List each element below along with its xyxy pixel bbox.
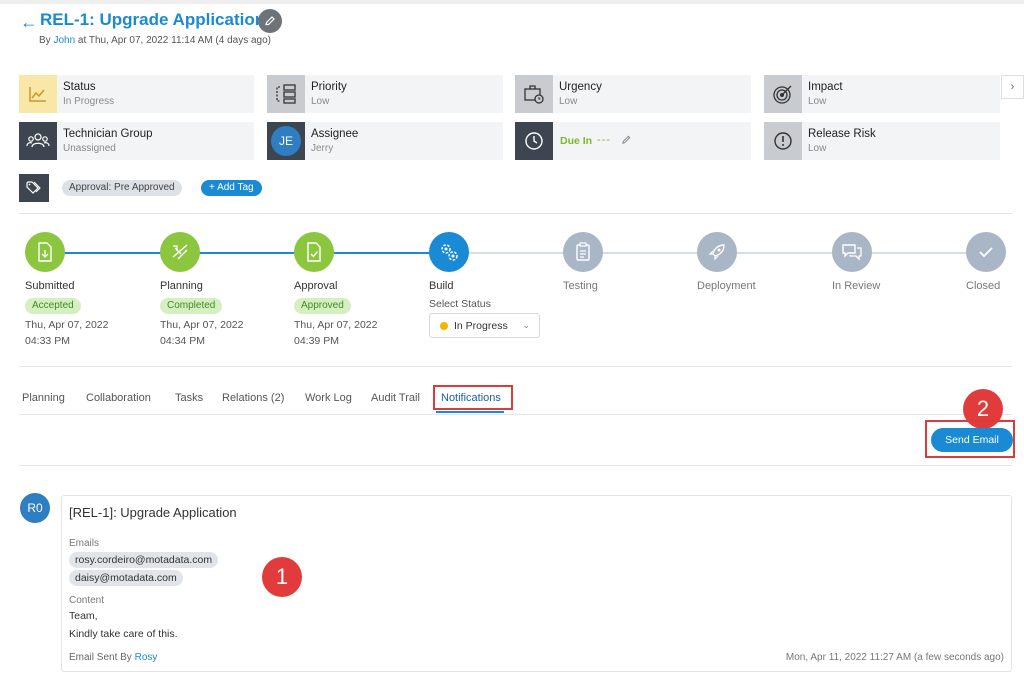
due-in-label: Due In [560,135,593,147]
stage-name-build: Build [429,280,454,292]
release-risk-card[interactable]: Release Risk Low [764,122,1000,160]
status-dot [440,322,448,330]
stage-name-deployment: Deployment [697,280,756,292]
priority-value: Low [311,96,330,107]
stage-time: 04:33 PM [25,335,70,347]
stage-time: 04:39 PM [294,335,339,347]
tab-planning[interactable]: Planning [22,392,65,404]
stage-name-submitted: Submitted [25,280,75,292]
email-pill: rosy.cordeiro@motadata.com [69,552,219,568]
stage-time: 04:34 PM [160,335,205,347]
page-header: ← REL-1: Upgrade Application By John at … [20,9,1000,50]
avatar: R0 [20,493,50,523]
back-arrow-icon[interactable]: ← [20,12,38,33]
sent-timestamp: Mon, Apr 11, 2022 11:27 AM (a few second… [785,652,1004,663]
tab-collaboration[interactable]: Collaboration [86,392,151,404]
users-group-icon [19,122,57,160]
byline: By John at Thu, Apr 07, 2022 11:14 AM (4… [39,35,272,46]
edit-title-button[interactable] [258,9,282,33]
stage-date: Thu, Apr 07, 2022 [294,319,378,331]
page-title: REL-1: Upgrade Application [40,10,266,29]
priority-card[interactable]: Priority Low [267,75,503,113]
status-value: In Progress [63,96,115,107]
tab-tasks[interactable]: Tasks [175,392,203,404]
clock-icon [515,122,553,160]
assignee-avatar-box: JE [267,122,305,160]
cards-next-button[interactable]: › [1001,75,1024,99]
chevron-right-icon: › [1010,81,1015,93]
trend-chart-icon [19,75,57,113]
status-card[interactable]: Status In Progress [19,75,254,113]
stage-submitted-icon[interactable] [25,232,65,272]
urgency-value: Low [559,96,578,107]
stage-name-planning: Planning [160,280,203,292]
stage-name-closed: Closed [966,280,1001,292]
due-in-value: --- [597,134,611,146]
avatar: JE [271,126,301,156]
tag-pill[interactable]: Approval: Pre Approved [62,180,182,196]
release-risk-value: Low [808,143,827,154]
stage-date: Thu, Apr 07, 2022 [25,319,109,331]
divider [19,213,1012,214]
pencil-icon [265,16,275,26]
email-pill: daisy@motadata.com [69,570,183,586]
tabs-divider [19,414,1012,415]
divider [19,465,1012,466]
content-line: Team, [69,610,98,622]
emails-label: Emails [69,538,100,549]
chevron-down-icon: ⌄ [522,320,530,330]
stage-approval-icon[interactable] [294,232,334,272]
sent-by: Email Sent By Rosy [69,652,158,663]
stage-name-testing: Testing [563,280,598,292]
assignee-card[interactable]: JE Assignee Jerry [267,122,503,160]
notification-card: [REL-1]: Upgrade Application Emails rosy… [61,495,1012,672]
stage-closed-icon[interactable] [966,232,1006,272]
stage-deployment-icon[interactable] [697,232,737,272]
status-badge: Completed [160,298,223,314]
stage-name-approval: Approval [294,280,338,292]
priority-flow-icon [267,75,305,113]
annotation-badge-1: 1 [262,557,302,597]
content-line: Kindly take care of this. [69,628,178,640]
author-link[interactable]: John [53,35,75,46]
status-badge: Approved [294,298,351,314]
content-label: Content [69,595,105,606]
due-in-card[interactable]: Due In --- [515,122,751,160]
stage-name-in-review: In Review [832,280,881,292]
add-tag-button[interactable]: + Add Tag [201,180,262,196]
highlight-box-tab [433,385,513,410]
top-border [0,0,1024,4]
sender-link[interactable]: Rosy [135,652,158,663]
build-status-select[interactable]: In Progress ⌄ [429,313,540,338]
status-badge: Accepted [25,298,81,314]
technician-group-card[interactable]: Technician Group Unassigned [19,122,254,160]
stage-date: Thu, Apr 07, 2022 [160,319,244,331]
divider [19,366,1012,367]
stage-planning-icon[interactable] [160,232,200,272]
target-icon [764,75,802,113]
alert-circle-icon [764,122,802,160]
briefcase-clock-icon [515,75,553,113]
tab-work-log[interactable]: Work Log [305,392,352,404]
technician-group-value: Unassigned [63,143,116,154]
active-tab-underline [436,411,504,413]
impact-value: Low [808,96,827,107]
send-email-button[interactable]: Send Email [931,428,1013,452]
select-status-label: Select Status [429,298,491,310]
assignee-value: Jerry [311,143,334,154]
stage-testing-icon[interactable] [563,232,603,272]
tag-icon [19,174,49,202]
stage-in-review-icon[interactable] [832,232,872,272]
urgency-card[interactable]: Urgency Low [515,75,751,113]
stage-build-icon[interactable] [429,232,469,272]
progress-line-done [44,252,449,254]
edit-due-pencil-icon[interactable] [621,134,632,148]
tab-relations[interactable]: Relations (2) [222,392,284,404]
tab-audit-trail[interactable]: Audit Trail [371,392,420,404]
notification-title: [REL-1]: Upgrade Application [69,505,237,520]
impact-card[interactable]: Impact Low [764,75,1000,113]
